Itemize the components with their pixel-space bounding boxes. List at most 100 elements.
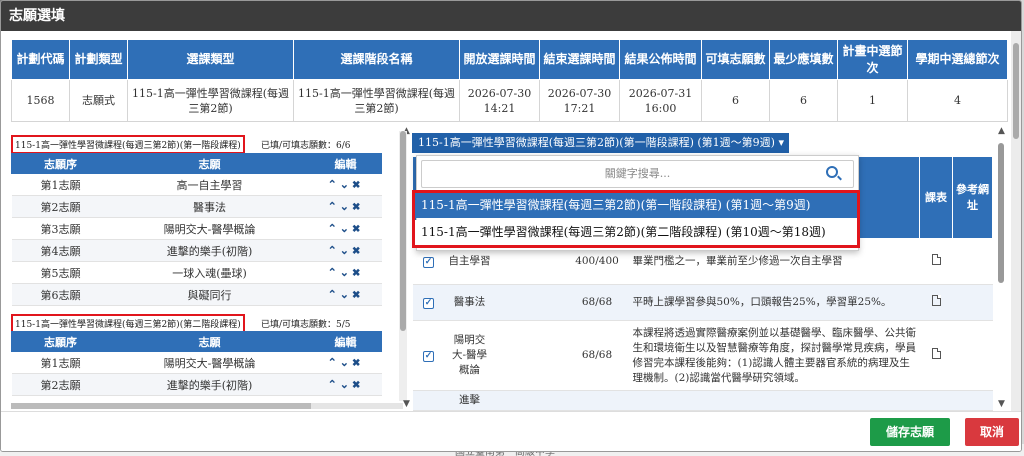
delete-icon[interactable]: ✖ — [352, 224, 363, 235]
wish-course: 醫事法 — [109, 195, 310, 218]
wish-course: 進擊的樂手(初階) — [109, 239, 310, 262]
wish-order: 第1志願 — [11, 351, 110, 374]
move-up-icon[interactable]: ⌃ — [328, 288, 340, 301]
delete-icon[interactable]: ✖ — [352, 202, 363, 213]
wish-edit-controls: ⌃⌄✖ — [309, 283, 382, 306]
move-up-icon[interactable]: ⌃ — [328, 266, 340, 279]
document-icon[interactable] — [931, 294, 941, 306]
stage1-label: 115-1高一彈性學習微課程(每週三第2節)(第一階段課程) — [11, 135, 245, 154]
delete-icon[interactable]: ✖ — [352, 180, 363, 191]
wish-edit-controls: ⌃⌄✖ — [309, 173, 382, 196]
document-icon[interactable] — [931, 347, 941, 359]
plan-header-8: 最少應填數 — [769, 39, 838, 80]
search-icon[interactable] — [826, 166, 838, 178]
move-up-icon[interactable]: ⌃ — [328, 222, 340, 235]
plan-cell-2: 115-1高一彈性學習微課程(每週三第2節) — [127, 79, 294, 122]
left-scroll-down-icon[interactable]: ▼ — [403, 399, 410, 409]
course-check-cell — [412, 390, 445, 411]
plan-cell-7: 6 — [701, 79, 770, 122]
move-down-icon[interactable]: ⌄ — [340, 200, 352, 213]
cancel-button[interactable]: 取消 — [965, 418, 1019, 446]
stage1-count: 已填/可填志願數：6/6 — [261, 141, 351, 151]
stage2-count: 已填/可填志願數：5/5 — [261, 320, 351, 330]
delete-icon[interactable]: ✖ — [352, 268, 363, 279]
plan-header-2: 選課類型 — [127, 39, 294, 80]
move-up-icon[interactable]: ⌃ — [328, 356, 340, 369]
dialog-scrollbar[interactable] — [1011, 31, 1021, 411]
delete-icon[interactable]: ✖ — [352, 380, 363, 391]
plan-cell-9: 1 — [837, 79, 908, 122]
stage-select-value: 115-1高一彈性學習微課程(每週三第2節)(第一階段課程) (第1週～第9週) — [418, 136, 775, 149]
course-seats — [564, 390, 630, 411]
course-blank — [494, 284, 530, 321]
wish-order: 第2志願 — [11, 195, 110, 218]
reference-url-cell — [952, 284, 993, 321]
move-down-icon[interactable]: ⌄ — [340, 244, 352, 257]
wish-order: 第1志願 — [11, 173, 110, 196]
dialog-footer — [1, 411, 1021, 451]
plan-header-0: 計劃代碼 — [11, 39, 70, 80]
delete-icon[interactable]: ✖ — [352, 290, 363, 301]
checkbox[interactable]: ✓ — [423, 298, 434, 309]
plan-cell-10: 4 — [907, 79, 1008, 122]
delete-icon[interactable]: ✖ — [352, 358, 363, 369]
move-down-icon[interactable]: ⌄ — [340, 266, 352, 279]
move-down-icon[interactable]: ⌄ — [340, 288, 352, 301]
course-seats: 68/68 — [564, 284, 630, 321]
move-down-icon[interactable]: ⌄ — [340, 378, 352, 391]
move-down-icon[interactable]: ⌄ — [340, 222, 352, 235]
stage2-wish-table: 志願序 志願 編輯 第1志願 陽明交大-醫學概論 ⌃⌄✖ 第2志願 進擊的樂手(初階) ⌃⌄✖ — [11, 331, 382, 396]
plan-info-table: 計劃代碼 計劃類型 選課類型 選課階段名稱 開放選課時間 結束選課時間 結果公佈時間 可填志願… — [11, 39, 1008, 122]
course-row: 進擊 — [412, 390, 993, 411]
schedule-cell — [919, 320, 953, 391]
wish-course: 高一自主學習 — [109, 173, 310, 196]
course-check-cell: ✓ — [412, 284, 445, 321]
wish-order: 第4志願 — [11, 239, 110, 262]
checkbox[interactable]: ✓ — [423, 351, 434, 362]
wish-row: 第2志願 進擊的樂手(初階) ⌃⌄✖ — [11, 373, 382, 396]
wish-edit-controls: ⌃⌄✖ — [309, 351, 382, 374]
reference-url-cell — [952, 238, 993, 285]
move-down-icon[interactable]: ⌄ — [340, 178, 352, 191]
wish-course: 進擊的樂手(初階) — [109, 373, 310, 396]
right-scrollbar[interactable] — [997, 131, 1005, 401]
left-hscrollbar[interactable] — [11, 403, 403, 409]
wish-edit-controls: ⌃⌄✖ — [309, 373, 382, 396]
wish-row: 第1志願 高一自主學習 ⌃⌄✖ — [11, 173, 382, 196]
plan-cell-4: 2026-07-30 14:21 — [459, 79, 540, 122]
document-icon[interactable] — [931, 253, 941, 265]
schedule-cell — [919, 238, 953, 285]
stage2-header-2: 編輯 — [309, 331, 382, 352]
reference-url-cell — [952, 390, 993, 411]
course-row: ✓ 陽明交大-醫學概論 68/68 本課程將透過實際醫療案例並以基礎醫學、臨床醫學、公… — [412, 320, 993, 391]
plan-header-4: 開放選課時間 — [459, 39, 540, 80]
stage-select[interactable]: 115-1高一彈性學習微課程(每週三第2節)(第一階段課程) (第1週～第9週)… — [412, 133, 789, 153]
wish-row: 第5志願 一球入魂(壘球) ⌃⌄✖ — [11, 261, 382, 284]
stage2-header-1: 志願 — [109, 331, 310, 352]
move-up-icon[interactable]: ⌃ — [328, 244, 340, 257]
move-up-icon[interactable]: ⌃ — [328, 178, 340, 191]
plan-header-5: 結束選課時間 — [539, 39, 620, 80]
wish-order: 第6志願 — [11, 283, 110, 306]
save-wish-button[interactable]: 儲存志願 — [870, 418, 950, 446]
move-up-icon[interactable]: ⌃ — [328, 200, 340, 213]
right-scroll-down-icon[interactable]: ▼ — [998, 399, 1005, 409]
plan-header-10: 學期中選總節次 — [907, 39, 1008, 80]
course-blank — [529, 390, 565, 411]
stage1-header-1: 志願 — [109, 153, 310, 174]
move-down-icon[interactable]: ⌄ — [340, 356, 352, 369]
left-scrollbar[interactable] — [399, 131, 407, 401]
wish-edit-controls: ⌃⌄✖ — [309, 217, 382, 240]
checkbox[interactable]: ✓ — [423, 257, 434, 268]
course-check-cell: ✓ — [412, 320, 445, 391]
plan-header-7: 可填志願數 — [701, 39, 770, 80]
course-header-6: 課表 — [919, 156, 953, 239]
move-up-icon[interactable]: ⌃ — [328, 378, 340, 391]
keyword-search-input[interactable]: 關鍵字搜尋... — [421, 160, 854, 188]
course-name: 陽明交大-醫學概論 — [444, 320, 495, 391]
stage1-header-0: 志願序 — [11, 153, 110, 174]
delete-icon[interactable]: ✖ — [352, 246, 363, 257]
wish-row: 第4志願 進擊的樂手(初階) ⌃⌄✖ — [11, 239, 382, 262]
wish-edit-controls: ⌃⌄✖ — [309, 239, 382, 262]
wish-edit-controls: ⌃⌄✖ — [309, 261, 382, 284]
